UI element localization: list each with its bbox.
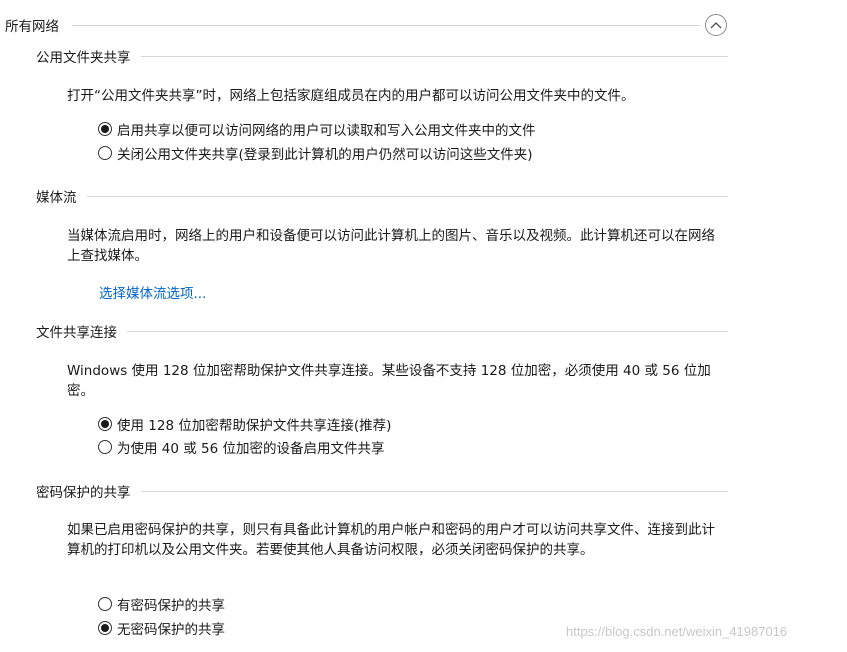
- radio-button[interactable]: [98, 440, 112, 454]
- media-header: 媒体流: [0, 186, 730, 206]
- encryption-40-56-option[interactable]: 为使用 40 或 56 位加密的设备启用文件共享: [98, 437, 385, 457]
- public-folder-off-option[interactable]: 关闭公用文件夹共享(登录到此计算机的用户仍然可以访问这些文件夹): [98, 143, 533, 163]
- advanced-sharing-settings: 所有网络 公用文件夹共享 打开“公用文件夹共享”时，网络上包括家庭组成员在内的用…: [0, 0, 847, 652]
- media-title: 媒体流: [36, 186, 87, 206]
- public-folder-header: 公用文件夹共享: [0, 46, 730, 66]
- file-sharing-header: 文件共享连接: [0, 321, 730, 341]
- password-title: 密码保护的共享: [36, 481, 141, 501]
- option-label: 使用 128 位加密帮助保护文件共享连接(推荐): [117, 418, 392, 434]
- public-folder-title: 公用文件夹共享: [36, 46, 141, 66]
- radio-button[interactable]: [98, 621, 112, 635]
- radio-button[interactable]: [98, 146, 112, 160]
- option-label: 无密码保护的共享: [117, 622, 225, 638]
- password-on-option[interactable]: 有密码保护的共享: [98, 594, 225, 614]
- password-header: 密码保护的共享: [0, 481, 730, 501]
- encryption-128-option[interactable]: 使用 128 位加密帮助保护文件共享连接(推荐): [98, 414, 391, 434]
- divider: [36, 331, 728, 332]
- file-sharing-title: 文件共享连接: [36, 321, 127, 341]
- option-label: 关闭公用文件夹共享(登录到此计算机的用户仍然可以访问这些文件夹): [117, 147, 533, 163]
- option-label: 有密码保护的共享: [117, 598, 225, 614]
- public-folder-description: 打开“公用文件夹共享”时，网络上包括家庭组成员在内的用户都可以访问公用文件夹中的…: [67, 88, 635, 104]
- media-description: 当媒体流启用时，网络上的用户和设备便可以访问此计算机上的图片、音乐以及视频。此计…: [67, 228, 715, 264]
- divider: [72, 25, 700, 26]
- chevron-up-icon: [710, 22, 722, 29]
- radio-button[interactable]: [98, 122, 112, 136]
- radio-button[interactable]: [98, 597, 112, 611]
- all-networks-title: 所有网络: [5, 19, 59, 35]
- password-description: 如果已启用密码保护的共享，则只有具备此计算机的用户帐户和密码的用户才可以访问共享…: [67, 522, 715, 558]
- radio-button[interactable]: [98, 417, 112, 431]
- password-off-option[interactable]: 无密码保护的共享: [98, 618, 225, 638]
- media-options-link[interactable]: 选择媒体流选项...: [99, 282, 206, 302]
- option-label: 启用共享以便可以访问网络的用户可以读取和写入公用文件夹中的文件: [117, 123, 536, 139]
- option-label: 为使用 40 或 56 位加密的设备启用文件共享: [117, 441, 385, 457]
- all-networks-header: 所有网络: [0, 14, 730, 36]
- divider: [36, 196, 728, 197]
- watermark: https://blog.csdn.net/weixin_41987016: [566, 624, 788, 639]
- public-folder-on-option[interactable]: 启用共享以便可以访问网络的用户可以读取和写入公用文件夹中的文件: [98, 119, 536, 139]
- file-sharing-description: Windows 使用 128 位加密帮助保护文件共享连接。某些设备不支持 128…: [67, 363, 711, 399]
- collapse-button[interactable]: [705, 14, 727, 36]
